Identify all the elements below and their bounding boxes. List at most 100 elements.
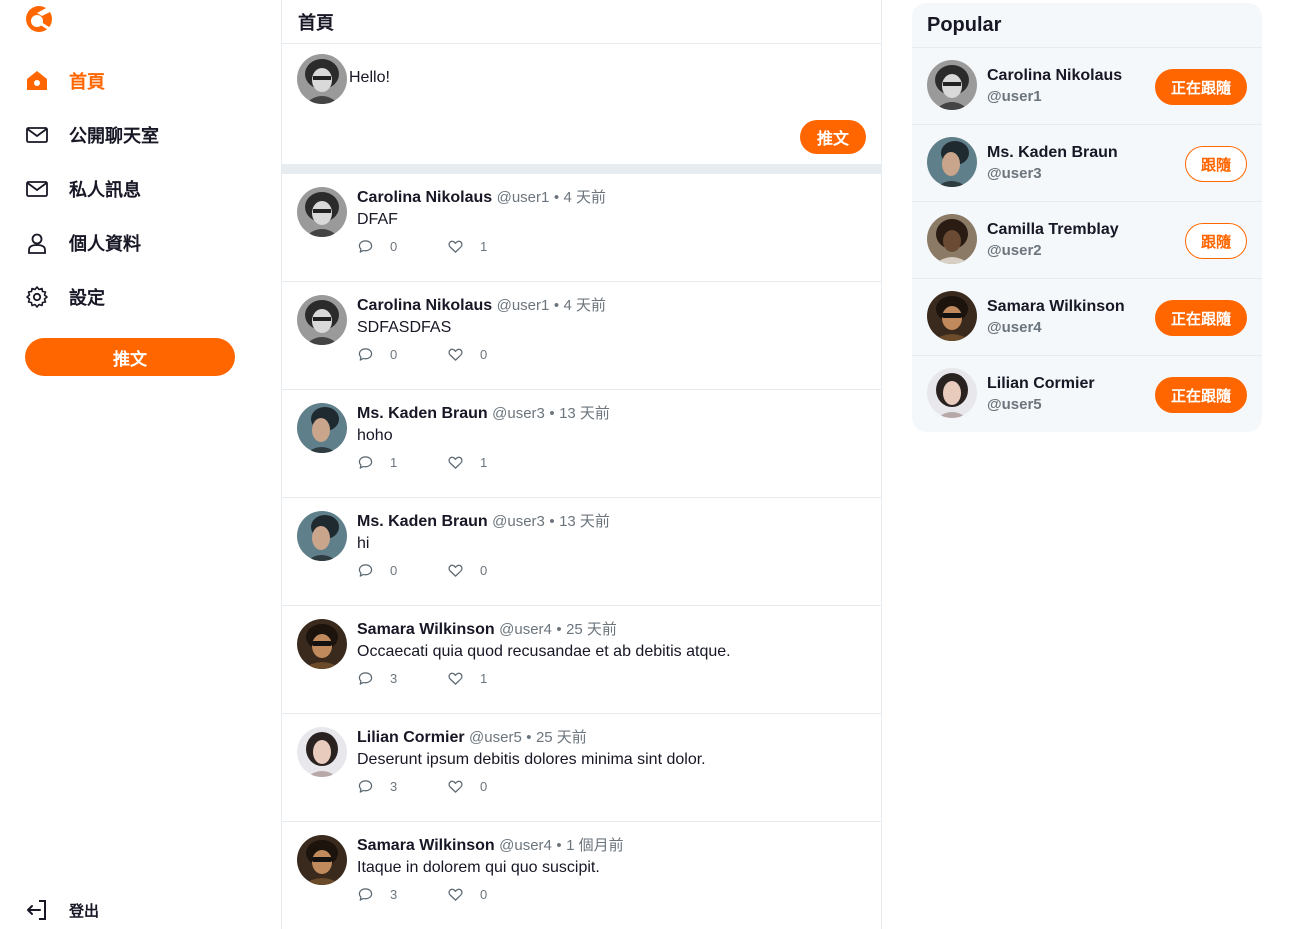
tweet-time: 25 天前 bbox=[566, 621, 617, 638]
tweet-item[interactable]: Carolina Nikolaus @user1 • 4 天前 SDFASDFA… bbox=[282, 282, 881, 390]
reply-button[interactable]: 3 bbox=[357, 670, 447, 686]
tweet-author-handle: @user5 bbox=[469, 729, 522, 746]
avatar[interactable] bbox=[297, 403, 347, 453]
unfollow-button[interactable]: 正在跟隨 bbox=[1155, 377, 1247, 413]
like-button[interactable]: 0 bbox=[447, 778, 537, 794]
avatar[interactable] bbox=[297, 54, 347, 104]
popular-user-item: Carolina Nikolaus @user1 正在跟隨 bbox=[912, 48, 1262, 125]
avatar[interactable] bbox=[297, 835, 347, 885]
avatar[interactable] bbox=[927, 137, 977, 187]
popular-user-name[interactable]: Carolina Nikolaus bbox=[987, 67, 1122, 85]
reply-button[interactable]: 0 bbox=[357, 562, 447, 578]
tweet-item[interactable]: Lilian Cormier @user5 • 25 天前 Deserunt i… bbox=[282, 714, 881, 822]
reply-button[interactable]: 0 bbox=[357, 346, 447, 362]
ac-logo-icon[interactable] bbox=[24, 2, 56, 34]
like-button[interactable]: 0 bbox=[447, 562, 537, 578]
follow-button[interactable]: 跟隨 bbox=[1185, 146, 1247, 182]
comment-icon bbox=[357, 670, 373, 686]
home-icon bbox=[24, 68, 50, 94]
like-button[interactable]: 1 bbox=[447, 454, 537, 470]
comment-icon bbox=[357, 886, 373, 902]
nav-item-label: 設定 bbox=[69, 288, 105, 309]
popular-user-item: Samara Wilkinson @user4 正在跟隨 bbox=[912, 279, 1262, 356]
avatar[interactable] bbox=[297, 619, 347, 669]
popular-user-name[interactable]: Camilla Tremblay bbox=[987, 221, 1119, 239]
reply-button[interactable]: 3 bbox=[357, 778, 447, 794]
reply-count: 0 bbox=[390, 238, 398, 254]
popular-user-name[interactable]: Samara Wilkinson bbox=[987, 298, 1125, 316]
avatar[interactable] bbox=[297, 511, 347, 561]
unfollow-button[interactable]: 正在跟隨 bbox=[1155, 69, 1247, 105]
tweet-item[interactable]: Samara Wilkinson @user4 • 1 個月前 Itaque i… bbox=[282, 822, 881, 929]
reply-count: 1 bbox=[390, 454, 398, 470]
tweet-text: Occaecati quia quod recusandae et ab deb… bbox=[357, 643, 731, 660]
follow-button[interactable]: 跟隨 bbox=[1185, 223, 1247, 259]
heart-icon bbox=[447, 346, 463, 362]
avatar[interactable] bbox=[927, 60, 977, 110]
separator-dot: • bbox=[553, 189, 560, 206]
tweet-author-name[interactable]: Ms. Kaden Braun bbox=[357, 405, 488, 422]
avatar[interactable] bbox=[297, 187, 347, 237]
like-button[interactable]: 1 bbox=[447, 670, 537, 686]
logout-button[interactable]: 登出 bbox=[24, 895, 244, 925]
composer-input[interactable]: Hello! bbox=[349, 69, 390, 87]
comment-icon bbox=[357, 346, 373, 362]
reply-button[interactable]: 0 bbox=[357, 238, 447, 254]
separator-dot: • bbox=[549, 405, 555, 422]
post-tweet-button[interactable]: 推文 bbox=[800, 120, 866, 154]
tweet-meta: Ms. Kaden Braun @user3 • 13 天前 bbox=[357, 402, 610, 423]
tweet-meta: Ms. Kaden Braun @user3 • 13 天前 bbox=[357, 510, 610, 531]
reply-count: 3 bbox=[390, 886, 398, 902]
nav-item-settings[interactable]: 設定 bbox=[24, 282, 244, 312]
nav-item-home[interactable]: 首頁 bbox=[24, 66, 244, 96]
tweet-actions: 3 0 bbox=[357, 778, 537, 794]
avatar[interactable] bbox=[927, 368, 977, 418]
avatar[interactable] bbox=[297, 727, 347, 777]
tweet-author-name[interactable]: Samara Wilkinson bbox=[357, 837, 495, 854]
avatar[interactable] bbox=[297, 295, 347, 345]
like-button[interactable]: 1 bbox=[447, 238, 537, 254]
tweet-author-name[interactable]: Lilian Cormier bbox=[357, 729, 465, 746]
mail-icon bbox=[24, 176, 50, 202]
tweet-author-handle: @user4 bbox=[499, 837, 552, 854]
logout-label: 登出 bbox=[69, 901, 100, 920]
tweet-author-name[interactable]: Ms. Kaden Braun bbox=[357, 513, 488, 530]
tweet-author-name[interactable]: Carolina Nikolaus bbox=[357, 297, 492, 314]
tweet-text: hi bbox=[357, 535, 370, 552]
reply-count: 3 bbox=[390, 778, 398, 794]
tweet-author-name[interactable]: Samara Wilkinson bbox=[357, 621, 495, 638]
page-header: 首頁 bbox=[282, 0, 881, 44]
like-button[interactable]: 0 bbox=[447, 346, 537, 362]
comment-icon bbox=[357, 778, 373, 794]
like-button[interactable]: 0 bbox=[447, 886, 537, 902]
tweet-text: Deserunt ipsum debitis dolores minima si… bbox=[357, 751, 706, 768]
avatar[interactable] bbox=[927, 291, 977, 341]
tweet-actions: 0 1 bbox=[357, 238, 537, 254]
tweet-author-handle: @user4 bbox=[499, 621, 552, 638]
tweet-button[interactable]: 推文 bbox=[25, 338, 235, 376]
like-count: 1 bbox=[480, 670, 488, 686]
popular-user-name[interactable]: Lilian Cormier bbox=[987, 375, 1095, 393]
main-feed: 首頁 Hello! 推文 Carolina Nikolaus @user1 • … bbox=[281, 0, 882, 929]
tweet-item[interactable]: Carolina Nikolaus @user1 • 4 天前 DFAF 0 1 bbox=[282, 174, 881, 282]
unfollow-button[interactable]: 正在跟隨 bbox=[1155, 300, 1247, 336]
heart-icon bbox=[447, 562, 463, 578]
tweet-list: Carolina Nikolaus @user1 • 4 天前 DFAF 0 1… bbox=[282, 174, 881, 929]
like-count: 0 bbox=[480, 562, 488, 578]
tweet-time: 25 天前 bbox=[535, 729, 587, 746]
nav-item-public-chat[interactable]: 公開聊天室 bbox=[24, 120, 244, 150]
tweet-text: Itaque in dolorem qui quo suscipit. bbox=[357, 859, 600, 876]
like-count: 0 bbox=[480, 886, 488, 902]
tweet-item[interactable]: Ms. Kaden Braun @user3 • 13 天前 hi 0 0 bbox=[282, 498, 881, 606]
avatar[interactable] bbox=[927, 214, 977, 264]
popular-user-name[interactable]: Ms. Kaden Braun bbox=[987, 144, 1118, 162]
reply-button[interactable]: 1 bbox=[357, 454, 447, 470]
tweet-meta: Samara Wilkinson @user4 • 25 天前 bbox=[357, 618, 617, 639]
nav-item-profile[interactable]: 個人資料 bbox=[24, 228, 244, 258]
reply-button[interactable]: 3 bbox=[357, 886, 447, 902]
tweet-item[interactable]: Ms. Kaden Braun @user3 • 13 天前 hoho 1 1 bbox=[282, 390, 881, 498]
tweet-text: hoho bbox=[357, 427, 393, 444]
tweet-item[interactable]: Samara Wilkinson @user4 • 25 天前 Occaecat… bbox=[282, 606, 881, 714]
tweet-author-name[interactable]: Carolina Nikolaus bbox=[357, 189, 492, 206]
nav-item-private-messages[interactable]: 私人訊息 bbox=[24, 174, 244, 204]
